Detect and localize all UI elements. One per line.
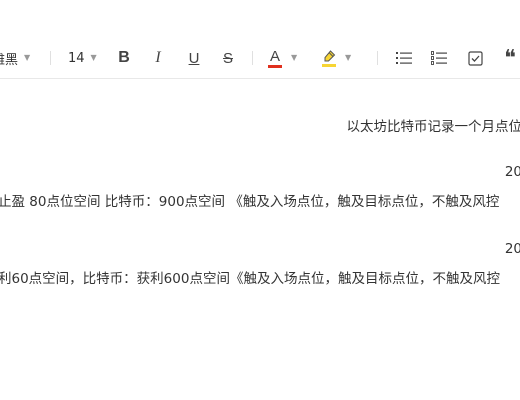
underline-icon: U [188,49,200,67]
font-color-swatch [268,64,282,68]
highlight-color-swatch [322,63,336,67]
document-body[interactable]: 以太坊比特币记录一个月点位 20 止盈 80点位空间 比特币：900点空间 《触… [0,78,520,400]
strikethrough-button[interactable]: S [216,46,240,70]
font-family-value: 雅黑 [0,52,19,68]
checkbox-icon [467,50,483,66]
highlighter-pen-icon [324,49,336,61]
numbered-list-icon [431,51,447,65]
bulleted-list-icon [396,52,412,64]
font-size-select[interactable]: 14 ▼ [68,46,97,70]
toolbar-divider [252,51,253,65]
document-line: 20 [504,241,520,257]
toolbar-divider [50,51,51,65]
font-size-value: 14 [68,50,85,66]
document-line: 利60点空间，比特币：获利600点空间《触及入场点位，触及目标点位，不触及风控 [0,271,500,287]
italic-button[interactable]: I [146,46,170,70]
highlighter-icon [322,49,336,67]
strikethrough-icon: S [222,49,233,67]
highlight-color-button[interactable]: ▼ [322,46,351,70]
numbered-list-button[interactable] [427,46,451,70]
font-color-icon: A [268,49,282,68]
editor-toolbar: 雅黑 ▼ 14 ▼ B I U S A ▼ ▼ [0,38,520,79]
italic-icon: I [155,49,161,66]
document-line: 以太坊比特币记录一个月点位 [346,119,520,135]
bold-button[interactable]: B [112,46,136,70]
font-color-glyph: A [269,47,280,65]
font-family-select[interactable]: 雅黑 ▼ [0,46,30,70]
blockquote-button[interactable]: ❝ [498,46,520,70]
chevron-down-icon: ▼ [24,53,31,62]
chevron-down-icon: ▼ [345,53,352,62]
document-line: 20 [504,164,520,180]
font-color-button[interactable]: A ▼ [268,46,297,70]
chevron-down-icon: ▼ [291,53,298,62]
toolbar-divider [377,51,378,65]
bold-icon: B [118,49,130,66]
task-list-button[interactable] [463,46,487,70]
bulleted-list-button[interactable] [392,46,416,70]
document-line: 止盈 80点位空间 比特币：900点空间 《触及入场点位，触及目标点位，不触及风… [0,194,500,210]
chevron-down-icon: ▼ [90,53,97,62]
underline-button[interactable]: U [182,46,206,70]
quote-icon: ❝ [504,45,516,70]
